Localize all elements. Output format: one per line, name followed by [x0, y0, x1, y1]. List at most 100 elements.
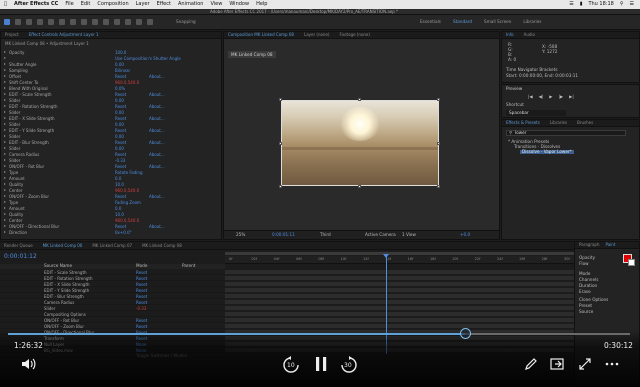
effect-property-value[interactable]: 0.00: [115, 134, 124, 139]
effect-property-row[interactable]: Center 960.0,540.0: [1, 188, 221, 193]
viewer-subtab[interactable]: MK Linked Comp 08: [228, 41, 276, 58]
timeline-layer-value[interactable]: Reset: [136, 288, 147, 293]
menubar-clock[interactable]: Thu 18:18: [588, 2, 613, 7]
timeline-timecode[interactable]: 0:00:01:12: [4, 253, 37, 260]
menu-layer[interactable]: Layer: [136, 2, 150, 7]
spotlight-icon[interactable]: ⚲: [620, 2, 624, 7]
timeline-track-bar[interactable]: [225, 306, 574, 311]
menu-animation[interactable]: Animation: [178, 2, 204, 7]
effect-property-row[interactable]: Quality 10.0: [1, 212, 221, 217]
type-tool-icon[interactable]: [92, 19, 98, 25]
effect-property-value[interactable]: Reset: [115, 164, 126, 169]
transform-handle-mr[interactable]: [437, 142, 440, 145]
camera-tool-icon[interactable]: [48, 19, 54, 25]
transform-handle-tl[interactable]: [279, 98, 282, 101]
viewer-subtab-label[interactable]: MK Linked Comp 08: [228, 51, 276, 58]
effect-property-value[interactable]: 0.00: [115, 98, 124, 103]
puppet-tool-icon[interactable]: [147, 19, 153, 25]
transform-handle-ml[interactable]: [279, 142, 282, 145]
timeline-layer-value[interactable]: Reset: [136, 282, 147, 287]
effect-property-row[interactable]: ON/OFF - Directional Blur Reset About...: [1, 224, 221, 229]
selection-tool-icon[interactable]: [4, 19, 10, 25]
twirl-arrow-icon[interactable]: [4, 135, 6, 137]
effect-property-value[interactable]: -0.33: [115, 158, 125, 163]
timeline-track-bar[interactable]: [225, 288, 574, 293]
effect-property-row[interactable]: ON/OFF - Zoom Blur Reset About...: [1, 194, 221, 199]
timeline-layer-row[interactable]: EDIT - Rotation Strength Reset: [0, 276, 225, 281]
timeline-layer-value[interactable]: Reset: [136, 318, 147, 323]
wifi-icon[interactable]: ☰: [569, 2, 573, 7]
twirl-arrow-icon[interactable]: [4, 213, 6, 215]
twirl-arrow-icon[interactable]: [4, 159, 6, 161]
timeline-layer-value[interactable]: Reset: [136, 324, 147, 329]
effect-property-value[interactable]: 10.0: [115, 212, 124, 217]
zoom-select[interactable]: 25%: [236, 232, 245, 237]
workspace-essentials[interactable]: Essentials: [420, 19, 441, 24]
timeline-layer-value[interactable]: Reset: [136, 270, 147, 275]
effect-about-link[interactable]: About...: [149, 140, 165, 145]
effect-about-link[interactable]: About...: [149, 194, 165, 199]
timeline-layer-value[interactable]: Reset: [136, 300, 147, 305]
timeline-track-bar[interactable]: [225, 318, 574, 323]
last-frame-icon[interactable]: ▶|: [569, 94, 574, 99]
effect-property-row[interactable]: Offset Reset About...: [1, 74, 221, 79]
timeline-track-bar[interactable]: [225, 270, 574, 275]
effect-property-row[interactable]: Slider 0.00: [1, 134, 221, 139]
work-area-bar[interactable]: [225, 252, 574, 255]
annotate-pen-icon[interactable]: [523, 356, 539, 372]
timeline-layer-row[interactable]: EDIT - Scale Strength Reset: [0, 270, 225, 275]
menu-app-name[interactable]: After Effects CC: [14, 2, 58, 7]
col-source-name[interactable]: Source Name: [44, 263, 72, 268]
resolution-select[interactable]: Third: [320, 232, 331, 237]
effect-property-row[interactable]: Use Composition's Shutter Angle: [1, 56, 221, 61]
effect-property-value[interactable]: 10.0: [115, 182, 124, 187]
effect-property-row[interactable]: Shift Center To 960.0,540.0: [1, 80, 221, 85]
effect-property-row[interactable]: Direction 0x+0.0°: [1, 230, 221, 235]
effect-about-link[interactable]: About...: [149, 116, 165, 121]
effect-about-link[interactable]: About...: [149, 128, 165, 133]
effect-property-value[interactable]: Reset: [115, 74, 126, 79]
transform-handle-tc[interactable]: [358, 98, 361, 101]
menu-edit[interactable]: Edit: [81, 2, 91, 7]
workspace-standard[interactable]: Standard: [453, 19, 472, 24]
twirl-arrow-icon[interactable]: [4, 69, 6, 71]
effect-property-value[interactable]: 0.0%: [115, 86, 125, 91]
menu-window[interactable]: Window: [229, 2, 249, 7]
effect-property-row[interactable]: EDIT - Y Slide Strength Reset About...: [1, 128, 221, 133]
twirl-arrow-icon[interactable]: [4, 147, 6, 149]
snapping-label[interactable]: Snapping: [176, 19, 196, 24]
twirl-arrow-icon[interactable]: [4, 153, 6, 155]
twirl-arrow-icon[interactable]: [4, 111, 6, 113]
twirl-arrow-icon[interactable]: [4, 189, 6, 191]
pan-behind-tool-icon[interactable]: [59, 19, 65, 25]
effect-property-value[interactable]: 0x+0.0°: [115, 230, 132, 235]
timeline-layer-value[interactable]: Reset: [136, 294, 147, 299]
tab-layer[interactable]: Layer (none): [304, 33, 330, 37]
apple-icon[interactable]: : [4, 2, 7, 7]
effect-property-value[interactable]: Use Composition's Shutter Angle: [115, 56, 181, 61]
tab-comp-08[interactable]: MK Linked Comp 08: [142, 243, 182, 248]
timeline-layer-row[interactable]: ON/OFF - Rot Blur Reset: [0, 318, 225, 323]
timeline-layer-row[interactable]: Compositing Options: [0, 312, 225, 317]
effect-property-row[interactable]: Shutter Angle 0.00: [1, 62, 221, 67]
effects-search-input[interactable]: ⚲ lower: [506, 130, 626, 136]
effect-property-row[interactable]: Center 960.0,540.0: [1, 218, 221, 223]
twirl-arrow-icon[interactable]: [4, 87, 6, 89]
battery-icon[interactable]: ▮: [580, 2, 583, 7]
menu-composition[interactable]: Composition: [97, 2, 128, 7]
tab-render-queue[interactable]: Render Queue: [4, 243, 33, 248]
tab-comp-06[interactable]: MK Linked Comp 06: [43, 243, 83, 248]
shortcut-select[interactable]: Spacebar: [506, 110, 566, 117]
prev-frame-icon[interactable]: ◀|: [539, 94, 544, 99]
twirl-arrow-icon[interactable]: [4, 51, 6, 53]
effect-property-row[interactable]: Opacity 100.0: [1, 50, 221, 55]
twirl-arrow-icon[interactable]: [4, 231, 6, 233]
effect-property-value[interactable]: Reset: [115, 128, 126, 133]
twirl-arrow-icon[interactable]: [4, 219, 6, 221]
tab-effects-presets[interactable]: Effects & Presets: [506, 121, 540, 125]
effect-property-row[interactable]: EDIT - Blur Strength Reset About...: [1, 140, 221, 145]
rotate-tool-icon[interactable]: [37, 19, 43, 25]
twirl-arrow-icon[interactable]: [4, 195, 6, 197]
effect-property-value[interactable]: 0.0: [115, 206, 121, 211]
timeline-track-bar[interactable]: [225, 324, 574, 329]
